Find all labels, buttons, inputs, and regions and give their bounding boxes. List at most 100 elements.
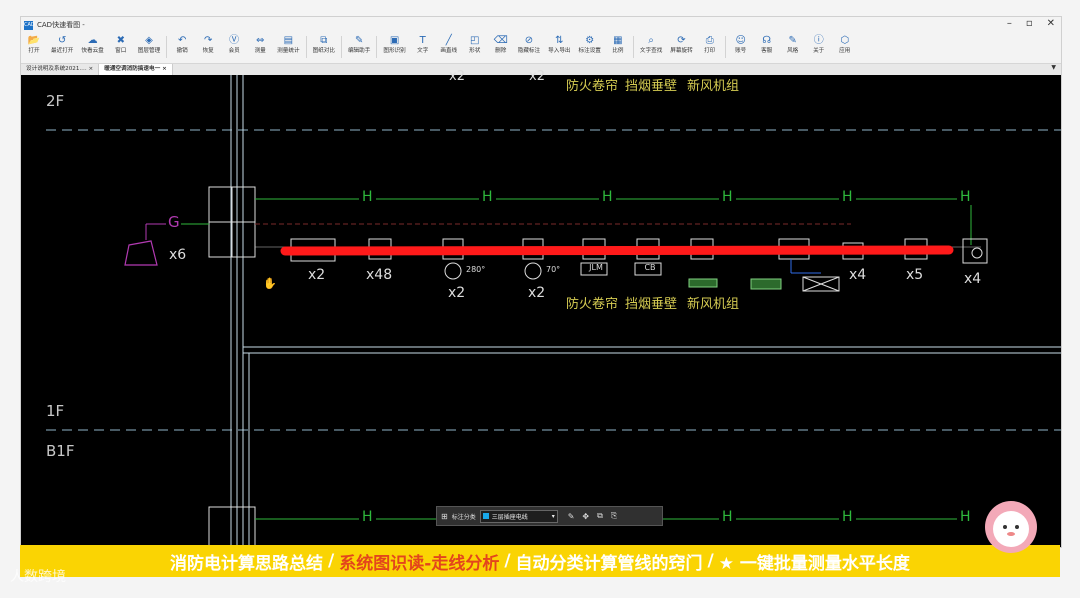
subtitle-part3: 自动分类计算管线的窍门: [515, 553, 703, 574]
top-label-x2a: x2: [449, 69, 465, 84]
device-count-2: x48: [366, 267, 393, 283]
toolbar-button-rotate[interactable]: ⟳ 屏幕旋转: [666, 34, 696, 55]
measure-stats-icon: ▤: [283, 35, 294, 46]
toolbar-button-annotation-settings[interactable]: ⚙ 标注设置: [575, 34, 605, 55]
copy-icon[interactable]: ⧉: [597, 511, 603, 521]
window-icon: ✖: [116, 35, 125, 46]
toolbar-button-style[interactable]: ✎ 风格: [780, 34, 806, 55]
toolbar-separator: [305, 36, 307, 58]
row-label-smoke-wall: 挡烟垂壁: [625, 297, 678, 312]
edit-helper-icon: ✎: [354, 35, 364, 46]
title-bar: CAD CAD快速看图 - – ▫ ✕: [21, 17, 1061, 33]
toolbar-button-text[interactable]: T 文字: [410, 34, 436, 55]
shape-icon: ◰: [470, 35, 480, 46]
toolbar-button-label: 客服: [761, 48, 773, 54]
toolbar-button-account[interactable]: ☺ 账号: [728, 34, 754, 55]
shape-recognize-icon: ▣: [389, 35, 400, 46]
device-count-7: x4: [964, 271, 982, 287]
box-label-jlm: JLM: [589, 263, 603, 272]
toolbar-button-label: 窗口: [115, 48, 127, 54]
headset-icon: ☊: [762, 35, 772, 46]
toolbar-button-apps[interactable]: ⬡ 应用: [832, 34, 858, 55]
toolbar-button-label: 图纸对比: [312, 48, 335, 54]
pipe-h-6: H: [957, 189, 974, 205]
toolbar-button-print[interactable]: ⎙ 打印: [697, 34, 723, 55]
app-logo-icon: CAD: [24, 20, 35, 30]
eraser-icon: ⌫: [493, 35, 508, 46]
annotation-category-select[interactable]: 三层插座电线 ▾: [479, 509, 558, 523]
minimize-button[interactable]: –: [1007, 18, 1012, 29]
toolbar-button-scale[interactable]: ▦ 比例: [605, 34, 631, 55]
toolbar-button-eraser[interactable]: ⌫ 删除: [488, 34, 514, 55]
toolbar-button-label: 比例: [612, 48, 624, 54]
toolbar-button-history[interactable]: ↺ 最近打开: [47, 34, 77, 55]
style-icon: ✎: [788, 35, 797, 46]
device-count-1: x2: [308, 267, 326, 283]
toolbar-button-label: 文字查找: [639, 48, 663, 54]
toolbar-button-compare[interactable]: ⧉ 图纸对比: [309, 34, 339, 55]
toolbar-button-label: 恢复: [202, 48, 214, 54]
toolbar-button-label: 风格: [787, 48, 799, 54]
speaker-count: x6: [169, 247, 187, 263]
layers-icon: ◈: [145, 35, 153, 46]
subtitle-part4: ★ 一键批量测量水平长度: [718, 553, 910, 574]
maximize-button[interactable]: ▫: [1026, 18, 1033, 29]
device-count-6: x5: [906, 267, 924, 283]
move-icon[interactable]: ✥: [582, 512, 589, 521]
toolbar-button-label: 账号: [735, 48, 747, 54]
undo-icon: ↶: [177, 35, 187, 46]
toolbar-button-line[interactable]: ╱ 画直线: [436, 34, 462, 55]
watermark: 人数跨境: [10, 566, 66, 586]
drawing-canvas[interactable]: 2F 1F B1F x2 x2 防火卷帘 挡烟垂壁 新风机组 G x6 H H …: [21, 69, 1061, 547]
toolbar-button-window[interactable]: ✖ 窗口: [108, 34, 134, 55]
toolbar-button-text-search[interactable]: ⌕ 文字查找: [636, 34, 666, 55]
toolbar-button-label: 形状: [469, 48, 481, 54]
toolbar-button-vip[interactable]: Ⓥ 会员: [221, 34, 247, 55]
device-count-4: x2: [528, 285, 546, 301]
grid-icon[interactable]: ⊞: [441, 512, 448, 521]
row-label-fire-curtain: 防火卷帘: [566, 297, 619, 312]
top-label-fresh-air: 新风机组: [687, 79, 740, 94]
top-label-smoke-wall: 挡烟垂壁: [625, 79, 678, 94]
close-button[interactable]: ✕: [1047, 18, 1055, 29]
toolbar-button-undo[interactable]: ↶ 撤销: [169, 34, 195, 55]
main-toolbar: 📂 打开 ↺ 最近打开 ☁ 快看云盘 ✖ 窗口 ◈ 图层管理 ↶ 撤销 ↷ 恢复 Ⓥ 会员 ⇔ 测量 ▤ 测量统计 ⧉ 图…: [21, 34, 1061, 62]
paste-icon[interactable]: ⎘: [611, 511, 617, 521]
edit-icon[interactable]: ✎: [568, 512, 575, 521]
toolbar-button-label: 快看云盘: [81, 48, 104, 54]
toolbar-button-label: 删除: [495, 48, 507, 54]
tab-design-notes[interactable]: 设计说明及系统2021.… ×: [21, 64, 100, 75]
floor-label-2f: 2F: [46, 92, 65, 110]
rotate-icon: ⟳: [677, 35, 686, 46]
toolbar-button-measure[interactable]: ⇔ 测量: [247, 34, 273, 55]
toolbar-button-label: 图形识别: [383, 48, 406, 54]
apps-icon: ⬡: [840, 35, 850, 46]
toolbar-button-label: 隐藏标注: [517, 48, 541, 54]
toolbar-button-headset[interactable]: ☊ 客服: [754, 34, 780, 55]
annotation-float-toolbar: ⊞ 标注分类 三层插座电线 ▾ ✎ ✥ ⧉ ⎘: [436, 506, 663, 526]
toolbar-button-folder[interactable]: 📂 打开: [21, 34, 47, 55]
tab-dropdown-icon[interactable]: ▼: [1051, 64, 1056, 71]
toolbar-button-cloud[interactable]: ☁ 快看云盘: [77, 34, 107, 55]
toolbar-button-measure-stats[interactable]: ▤ 测量统计: [273, 34, 303, 55]
toolbar-button-label: 屏幕旋转: [670, 48, 693, 54]
hide-annotation-icon: ⊘: [524, 35, 534, 46]
tab-hvac-fire[interactable]: 暖通空调消防搞速电一 ×: [99, 64, 173, 75]
toolbar-button-shape[interactable]: ◰ 形状: [462, 34, 488, 55]
line-icon: ╱: [445, 35, 452, 46]
device-count-5: x4: [849, 267, 867, 283]
pipe-h-7: H: [359, 509, 376, 525]
toolbar-button-info[interactable]: ⓘ 关于: [806, 34, 832, 55]
toolbar-button-label: 文字: [417, 48, 429, 54]
toolbar-button-import-export[interactable]: ⇅ 导入导出: [544, 34, 574, 55]
toolbar-button-redo[interactable]: ↷ 恢复: [195, 34, 221, 55]
toolbar-button-hide-annotation[interactable]: ⊘ 隐藏标注: [514, 34, 544, 55]
chevron-down-icon: ▾: [551, 512, 555, 520]
pipe-h-3: H: [599, 189, 616, 205]
toolbar-button-shape-recognize[interactable]: ▣ 图形识别: [379, 34, 409, 55]
history-icon: ↺: [58, 35, 67, 46]
toolbar-button-label: 编辑助手: [347, 48, 371, 54]
toolbar-button-edit-helper[interactable]: ✎ 编辑助手: [344, 34, 374, 55]
subtitle-bar: 消防电计算思路总结 / 系统图识读-走线分析 / 自动分类计算管线的窍门 / ★…: [20, 545, 1060, 577]
toolbar-button-layers[interactable]: ◈ 图层管理: [134, 34, 164, 55]
